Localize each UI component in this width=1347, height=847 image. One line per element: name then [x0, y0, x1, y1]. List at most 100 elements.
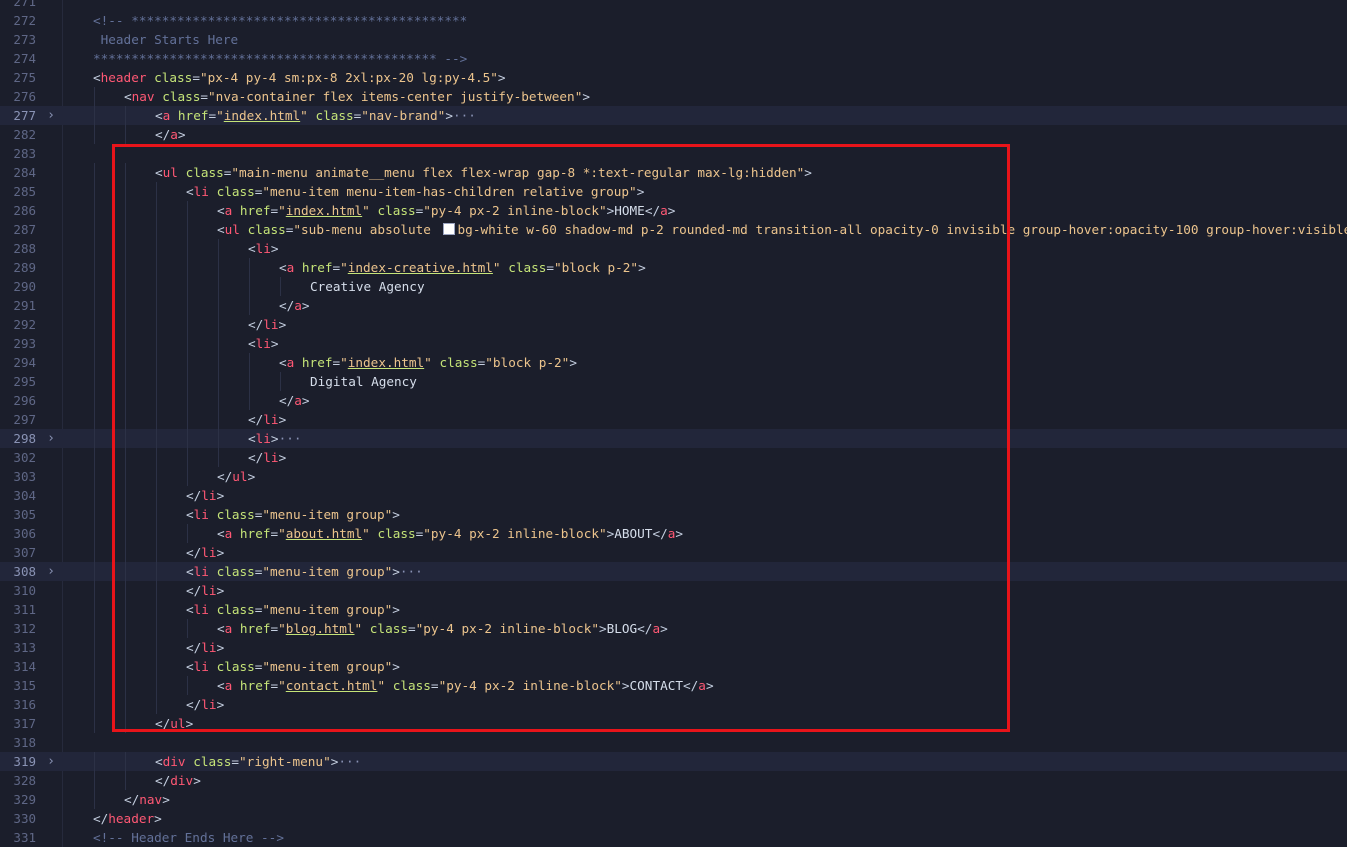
line-content: </div> — [155, 771, 201, 790]
line-content: <li> — [248, 334, 279, 353]
code-line[interactable]: 297 </li> — [0, 410, 1347, 429]
code-line[interactable]: 272 <!-- ********************************… — [0, 11, 1347, 30]
code-line[interactable]: 315 <a href="contact.html" class="py-4 px… — [0, 676, 1347, 695]
code-line[interactable]: 276 <nav class="nva-container flex items-… — [0, 87, 1347, 106]
code-token: class — [216, 507, 255, 522]
line-content: <div class="right-menu">··· — [155, 752, 361, 771]
code-token: about.html — [285, 526, 363, 541]
line-number: 306 — [13, 526, 36, 541]
folded-ellipsis[interactable]: ··· — [338, 754, 361, 769]
code-token: li — [263, 450, 279, 465]
code-line[interactable]: 298 › <li>··· — [0, 429, 1347, 448]
code-token: = — [332, 260, 341, 275]
code-line[interactable]: 311 <li class="menu-item group"> — [0, 600, 1347, 619]
code-line[interactable]: 286 <a href="index.html" class="py-4 px-2… — [0, 201, 1347, 220]
code-line[interactable]: 319 › <div class="right-menu">··· — [0, 752, 1347, 771]
code-line[interactable]: 331 <!-- Header Ends Here --> — [0, 828, 1347, 847]
code-line[interactable]: 310 </li> — [0, 581, 1347, 600]
code-line[interactable]: 285 <li class="menu-item menu-item-has-ch… — [0, 182, 1347, 201]
code-token: a — [170, 127, 178, 142]
code-line[interactable]: 295 Digital Agency — [0, 372, 1347, 391]
line-number: 273 — [13, 32, 36, 47]
color-swatch-icon — [442, 223, 455, 235]
code-line[interactable]: 291 </a> — [0, 296, 1347, 315]
code-token: < — [217, 203, 225, 218]
line-number: 283 — [13, 146, 36, 161]
code-line[interactable]: 302 </li> — [0, 448, 1347, 467]
folded-ellipsis[interactable]: ··· — [453, 108, 476, 123]
line-number: 331 — [13, 830, 36, 845]
code-token: header — [108, 811, 155, 826]
code-line[interactable]: 308 › <li class="menu-item group">··· — [0, 562, 1347, 581]
code-line[interactable]: 296 </a> — [0, 391, 1347, 410]
code-line[interactable]: 318 — [0, 733, 1347, 752]
code-line[interactable]: 305 <li class="menu-item group"> — [0, 505, 1347, 524]
code-line[interactable]: 274 *************************************… — [0, 49, 1347, 68]
fold-chevron-icon[interactable]: › — [45, 562, 57, 581]
code-line[interactable]: 328 </div> — [0, 771, 1347, 790]
line-number: 294 — [13, 355, 36, 370]
code-line[interactable]: 303 </ul> — [0, 467, 1347, 486]
line-number: 315 — [13, 678, 36, 693]
code-token: "sub-menu absolute — [293, 222, 439, 237]
code-line[interactable]: 292 </li> — [0, 315, 1347, 334]
fold-chevron-icon[interactable]: › — [45, 429, 57, 448]
code-line[interactable]: 290 Creative Agency — [0, 277, 1347, 296]
code-line[interactable]: 273 Header Starts Here — [0, 30, 1347, 49]
code-token: </ — [248, 412, 264, 427]
line-number: 293 — [13, 336, 36, 351]
code-line[interactable]: 316 </li> — [0, 695, 1347, 714]
code-line[interactable]: 304 </li> — [0, 486, 1347, 505]
code-token: > — [636, 184, 645, 199]
folded-ellipsis[interactable]: ··· — [400, 564, 423, 579]
code-token: < — [186, 564, 194, 579]
code-line[interactable]: 313 </li> — [0, 638, 1347, 657]
code-line[interactable]: 307 </li> — [0, 543, 1347, 562]
code-token: > — [216, 545, 225, 560]
code-line[interactable]: 284 <ul class="main-menu animate__menu fl… — [0, 163, 1347, 182]
code-line[interactable]: 312 <a href="blog.html" class="py-4 px-2 … — [0, 619, 1347, 638]
line-content: <ul class="sub-menu absolute bg-white w-… — [217, 220, 1347, 239]
line-number: 312 — [13, 621, 36, 636]
code-token: class — [216, 564, 255, 579]
fold-chevron-icon[interactable]: › — [45, 106, 57, 125]
code-line[interactable]: 330 </header> — [0, 809, 1347, 828]
code-token: class — [392, 678, 431, 693]
code-token: " — [278, 526, 286, 541]
code-editor[interactable]: 271 272 <!-- *****************************… — [0, 0, 1347, 847]
code-token: li — [201, 583, 217, 598]
line-content: <ul class="main-menu animate__menu flex … — [155, 163, 812, 182]
code-line[interactable]: 271 — [0, 0, 1347, 11]
code-line[interactable]: 282 </a> — [0, 125, 1347, 144]
line-number: 296 — [13, 393, 36, 408]
code-token: class — [216, 659, 255, 674]
code-token: a — [660, 203, 668, 218]
code-token: " — [216, 108, 224, 123]
line-number: 272 — [13, 13, 36, 28]
line-content: </a> — [155, 125, 186, 144]
code-line[interactable]: 293 <li> — [0, 334, 1347, 353]
code-token: < — [155, 165, 163, 180]
code-line[interactable]: 283 — [0, 144, 1347, 163]
line-content: </li> — [248, 315, 286, 334]
code-line[interactable]: 317 </ul> — [0, 714, 1347, 733]
code-token: > — [270, 241, 279, 256]
code-line[interactable]: 329 </nav> — [0, 790, 1347, 809]
code-line[interactable]: 287 <ul class="sub-menu absolute bg-white… — [0, 220, 1347, 239]
code-token: </ — [279, 298, 295, 313]
code-token: </ — [155, 773, 171, 788]
code-line[interactable]: 289 <a href="index-creative.html" class="… — [0, 258, 1347, 277]
folded-ellipsis[interactable]: ··· — [279, 431, 302, 446]
code-line[interactable]: 288 <li> — [0, 239, 1347, 258]
code-line[interactable]: 314 <li class="menu-item group"> — [0, 657, 1347, 676]
code-line[interactable]: 275 <header class="px-4 py-4 sm:px-8 2xl:… — [0, 68, 1347, 87]
code-line[interactable]: 294 <a href="index.html" class="block p-2… — [0, 353, 1347, 372]
code-line[interactable]: 277 › <a href="index.html" class="nav-bran… — [0, 106, 1347, 125]
fold-chevron-icon[interactable]: › — [45, 752, 57, 771]
code-line[interactable]: 306 <a href="about.html" class="py-4 px-2… — [0, 524, 1347, 543]
code-token: > — [216, 583, 225, 598]
